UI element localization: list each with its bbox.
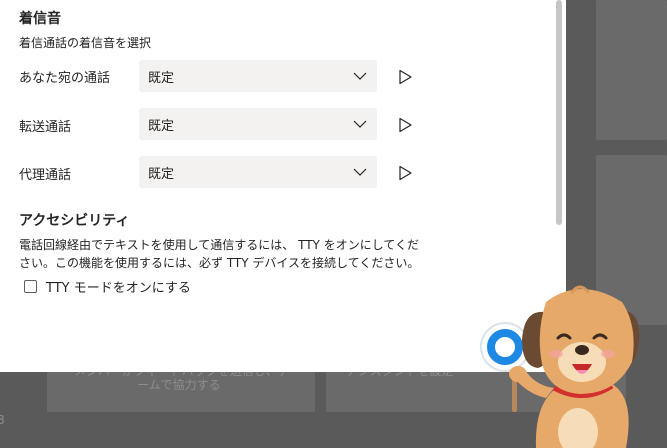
- play-icon[interactable]: [397, 69, 413, 85]
- select-value: 既定: [148, 119, 175, 134]
- row-label-delegated-calls: 代理通話: [19, 168, 72, 183]
- dog-paw: [509, 366, 527, 382]
- tty-mode-label[interactable]: TTY モードをオンにする: [46, 277, 191, 296]
- background-card-text-2: ームで協力する: [137, 378, 221, 392]
- ringtone-select-forwarded-calls[interactable]: 既定: [139, 108, 377, 140]
- play-icon[interactable]: [397, 165, 413, 181]
- ringtones-subheading: 着信通話の着信音を選択: [19, 36, 152, 50]
- select-value: 既定: [148, 167, 175, 182]
- select-value: 既定: [148, 71, 175, 86]
- row-label-forwarded-calls: 転送通話: [19, 120, 72, 135]
- play-icon[interactable]: [397, 117, 413, 133]
- background-corner-text: 8: [0, 413, 5, 427]
- dog-mascot-illustration: [480, 285, 640, 448]
- accessibility-description-line-2: さい。この機能を使用するには、必ず TTY デバイスを接続してください。: [19, 256, 420, 270]
- accessibility-description-line-1: 電話回線経由でテキストを使用して通信するには、 TTY をオンにしてくだ: [19, 238, 419, 252]
- dog-cheek-right: [601, 350, 615, 358]
- accessibility-heading: アクセシビリティ: [19, 213, 130, 229]
- tty-mode-checkbox[interactable]: [24, 280, 37, 293]
- chevron-down-icon: [353, 120, 367, 128]
- chevron-down-icon: [353, 72, 367, 80]
- accessibility-description: 電話回線経由でテキストを使用して通信するには、 TTY をオンにしてくだ さい。…: [19, 236, 429, 272]
- ringtones-heading: 着信音: [19, 11, 61, 27]
- ringtone-select-delegated-calls[interactable]: 既定: [139, 156, 377, 188]
- dog-nose: [575, 345, 589, 355]
- dog-cheek-left: [549, 350, 563, 358]
- panel-scrollbar[interactable]: [556, 0, 562, 225]
- chevron-down-icon: [353, 168, 367, 176]
- row-label-direct-calls: あなた宛の通話: [19, 71, 111, 86]
- ringtone-select-direct-calls[interactable]: 既定: [139, 60, 377, 92]
- background-card-top-right: [596, 0, 667, 140]
